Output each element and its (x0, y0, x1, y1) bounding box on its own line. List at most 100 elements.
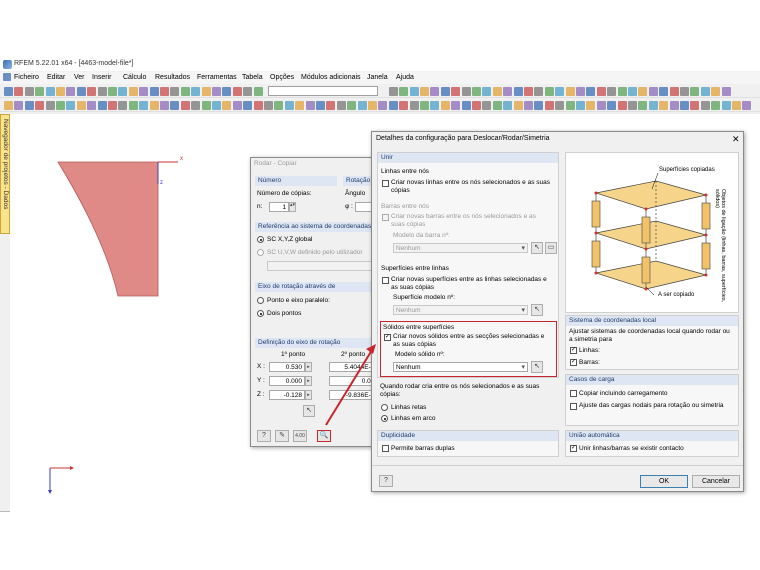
copies-input[interactable]: 1 (269, 202, 289, 212)
toolbar-tool-icon[interactable] (648, 87, 658, 96)
menu-ficheiro[interactable]: Ficheiro (14, 74, 39, 81)
x-point1-input[interactable]: 0.530 (269, 362, 305, 372)
toolbar-tool-icon[interactable] (66, 101, 76, 110)
toolbar-tool-icon[interactable] (253, 101, 263, 110)
toolbar-tool-icon[interactable] (243, 101, 253, 110)
toolbar-tool-icon[interactable] (534, 87, 544, 96)
toolbar-tool-icon[interactable] (191, 87, 201, 96)
toolbar-tool-icon[interactable] (461, 101, 471, 110)
toolbar-tool-icon[interactable] (128, 101, 138, 110)
toolbar-tool-icon[interactable] (45, 87, 55, 96)
straight-lines-radio[interactable] (381, 404, 388, 411)
toolbar-tool-icon[interactable] (648, 101, 658, 110)
toolbar-tool-icon[interactable] (87, 101, 97, 110)
toolbar-tool-icon[interactable] (180, 101, 190, 110)
adjust-loads-checkbox[interactable] (570, 403, 577, 410)
bars-nodes-checkbox[interactable] (382, 214, 389, 221)
toolbar-tool-icon[interactable] (680, 101, 689, 110)
close-icon[interactable]: ✕ (732, 134, 740, 145)
copies-spinner[interactable]: ▴▾ (289, 202, 296, 212)
toolbar-tool-icon[interactable] (451, 101, 461, 110)
toolbar-tool-icon[interactable] (420, 87, 429, 96)
solids-checkbox[interactable]: ✓ (384, 334, 391, 341)
toolbar-tool-icon[interactable] (690, 101, 700, 110)
toolbar-tool-icon[interactable] (76, 87, 86, 96)
y-point1-arrow[interactable]: ▸ (305, 376, 312, 386)
toolbar-tool-icon[interactable] (700, 101, 710, 110)
menu-ajuda[interactable]: Ajuda (396, 74, 414, 81)
toolbar-tool-icon[interactable] (638, 87, 648, 96)
toolbar-tool-icon[interactable] (274, 101, 284, 110)
menu-tabela[interactable]: Tabela (242, 74, 263, 81)
toolbar-tool-icon[interactable] (139, 101, 149, 110)
toolbar-tool-icon[interactable] (24, 101, 34, 110)
toolbar-tool-icon[interactable] (607, 87, 617, 96)
toolbar-tool-icon[interactable] (461, 87, 471, 96)
project-navigator-tab[interactable]: Navegador de projetos - Dados (0, 114, 10, 234)
toolbar-tool-icon[interactable] (326, 101, 336, 110)
details-help-button[interactable]: ? (379, 475, 393, 487)
z-point1-input[interactable]: -0.128 (269, 390, 305, 400)
toolbar-tool-icon[interactable] (544, 87, 554, 96)
cancel-button[interactable]: Cancelar (692, 475, 740, 488)
toolbar-tool-icon[interactable] (118, 87, 128, 96)
toolbar-tool-icon[interactable] (191, 101, 201, 110)
auto-union-checkbox[interactable]: ✓ (570, 445, 577, 452)
toolbar-tool-icon[interactable] (14, 87, 24, 96)
toolbar-tool-icon[interactable] (472, 101, 481, 110)
toolbar-tool-icon[interactable] (628, 87, 637, 96)
copy-loads-checkbox[interactable] (570, 390, 577, 397)
surfaces-checkbox[interactable] (382, 277, 389, 284)
toolbar-tool-icon[interactable] (482, 87, 492, 96)
ref-user-select[interactable] (267, 261, 381, 271)
toolbar-tool-icon[interactable] (160, 87, 169, 96)
toolbar-tool-icon[interactable] (97, 87, 107, 96)
toolbar-tool-icon[interactable] (347, 101, 357, 110)
toolbar-tool-icon[interactable] (638, 101, 648, 110)
toolbar-tool-icon[interactable] (721, 101, 731, 110)
z-point1-arrow[interactable]: ▸ (305, 390, 312, 400)
axis-point-parallel-radio[interactable] (257, 297, 264, 304)
toolbar-tool-icon[interactable] (659, 87, 669, 96)
details-button[interactable]: 🔍 (317, 430, 331, 442)
toolbar-tool-icon[interactable] (555, 101, 565, 110)
toolbar-tool-icon[interactable] (399, 101, 409, 110)
toolbar-tool-icon[interactable] (149, 101, 159, 110)
toolbar-tool-icon[interactable] (232, 101, 242, 110)
toolbar-tool-icon[interactable] (711, 101, 721, 110)
menu-opcoes[interactable]: Opções (270, 74, 294, 81)
toolbar-tool-icon[interactable] (440, 87, 450, 96)
toolbar-tool-icon[interactable] (357, 101, 367, 110)
toolbar-tool-icon[interactable] (617, 87, 627, 96)
toolbar-tool-icon[interactable] (56, 101, 65, 110)
toolbar-tool-icon[interactable] (700, 87, 710, 96)
toolbar-tool-icon[interactable] (503, 87, 513, 96)
help-button[interactable]: ? (257, 430, 271, 442)
toolbar-tool-icon[interactable] (253, 87, 263, 96)
pick-point1-button[interactable]: ↖ (303, 405, 315, 417)
toolbar-tool-icon[interactable] (212, 87, 221, 96)
toolbar-tool-icon[interactable] (97, 101, 107, 110)
toolbar-tool-icon[interactable] (212, 101, 221, 110)
toolbar-tool-icon[interactable] (451, 87, 461, 96)
toolbar-tool-icon[interactable] (576, 101, 585, 110)
menu-janela[interactable]: Janela (367, 74, 388, 81)
toolbar-tool-icon[interactable] (35, 87, 45, 96)
toolbar-tool-icon[interactable] (628, 101, 637, 110)
toolbar-tool-icon[interactable] (316, 101, 325, 110)
menu-calculo[interactable]: Cálculo (123, 74, 146, 81)
toolbar-tool-icon[interactable] (139, 87, 149, 96)
toolbar-tool-icon[interactable] (160, 101, 169, 110)
toolbar-tool-icon[interactable] (118, 101, 128, 110)
model-solid-shape[interactable] (57, 161, 159, 297)
local-lines-checkbox[interactable]: ✓ (570, 347, 577, 354)
lines-nodes-checkbox[interactable] (382, 180, 389, 187)
toolbar-tool-icon[interactable] (420, 101, 429, 110)
toolbar-tool-icon[interactable] (170, 101, 180, 110)
toolbar-tool-icon[interactable] (108, 87, 117, 96)
toolbar-tool-icon[interactable] (87, 87, 97, 96)
bar-model-new-button[interactable]: ▭ (545, 242, 557, 254)
toolbar-tool-icon[interactable] (201, 101, 211, 110)
toolbar-tool-icon[interactable] (544, 101, 554, 110)
ref-global-radio[interactable] (257, 236, 264, 243)
